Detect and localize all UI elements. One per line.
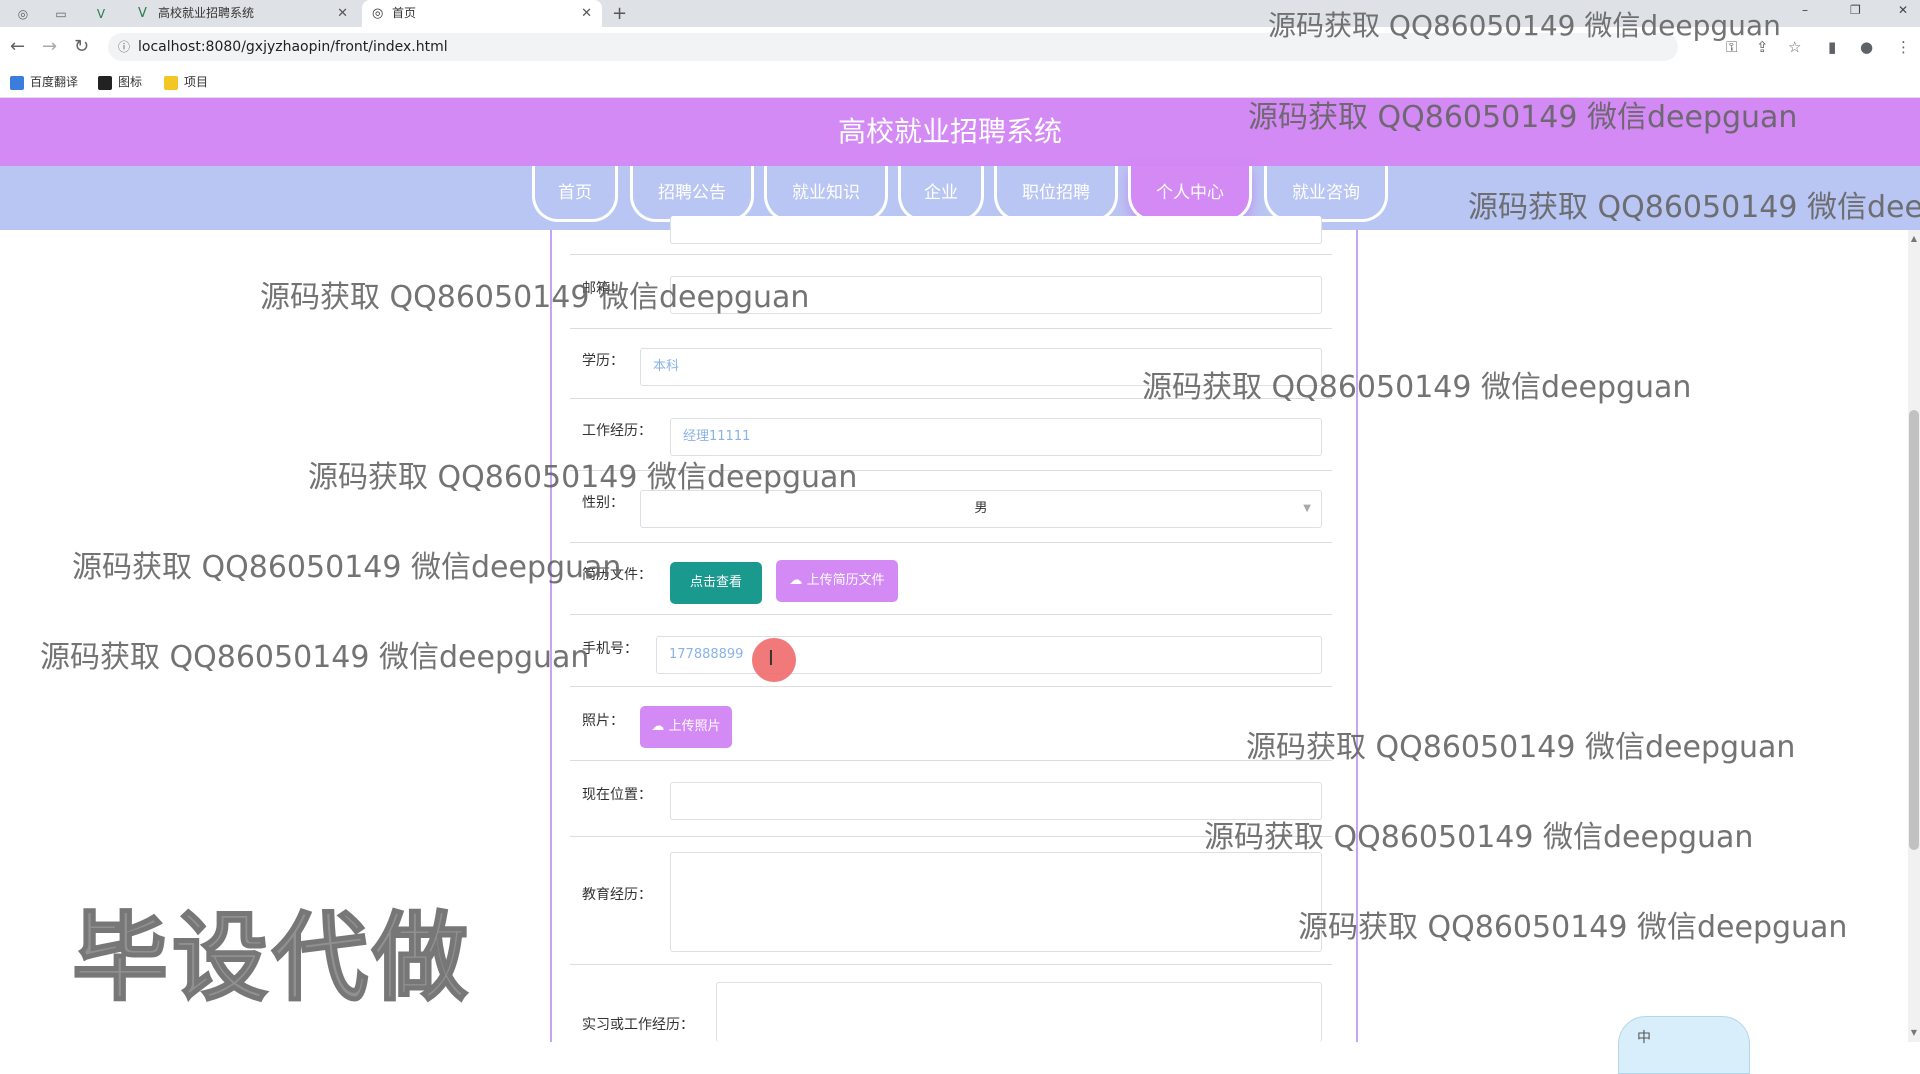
scrollbar-thumb[interactable]	[1909, 410, 1919, 850]
upload-photo-button[interactable]: ☁ 上传照片	[640, 706, 732, 748]
bookmark-item[interactable]: 项目	[164, 67, 208, 97]
upload-cloud-icon: ☁	[789, 573, 803, 588]
star-icon[interactable]: ☆	[1788, 27, 1801, 67]
mouse-cursor-highlight	[752, 638, 796, 682]
ime-widget[interactable]: 中	[1618, 1016, 1750, 1074]
cut-off-field[interactable]	[670, 216, 1322, 244]
vue-favicon-icon: V	[138, 6, 147, 21]
divider	[570, 760, 1332, 761]
bookmark-item[interactable]: 图标	[98, 67, 142, 97]
new-tab-icon[interactable]: +	[612, 0, 627, 27]
tab-title: 高校就业招聘系统	[158, 6, 255, 20]
edu-history-textarea[interactable]	[670, 852, 1322, 952]
globe-icon[interactable]: ◎	[14, 5, 32, 23]
back-icon[interactable]: ←	[10, 27, 25, 67]
ime-label: 中	[1637, 1030, 1651, 1046]
watermark-text: 源码获取 QQ86050149 微信deepguan	[72, 550, 622, 585]
info-icon[interactable]: ⓘ	[118, 33, 130, 61]
nav-consulting[interactable]: 就业咨询	[1264, 166, 1388, 222]
tab-icon-blank[interactable]: ▭	[52, 5, 70, 23]
divider	[570, 542, 1332, 543]
tab-inactive[interactable]: V 高校就业招聘系统 ✕	[128, 0, 358, 27]
intern-textarea[interactable]	[716, 982, 1322, 1042]
upload-resume-label: 上传简历文件	[806, 573, 885, 588]
tab-active[interactable]: ◎ 首页 ✕	[362, 0, 602, 27]
divider	[570, 614, 1332, 615]
phone-label: 手机号：	[582, 641, 638, 657]
divider	[570, 254, 1332, 255]
work-exp-field[interactable]: 经理11111	[670, 418, 1322, 456]
bookmark-label: 百度翻译	[30, 75, 79, 89]
chevron-down-icon: ▼	[1303, 503, 1311, 514]
upload-cloud-icon: ☁	[651, 719, 665, 734]
reload-icon[interactable]: ↻	[74, 27, 89, 67]
translate-icon	[10, 75, 24, 90]
watermark-text: 源码获取 QQ86050149 微信deepguan	[1204, 820, 1754, 855]
nav-jobs[interactable]: 职位招聘	[994, 166, 1118, 222]
photo-label: 照片：	[582, 713, 624, 729]
watermark-text: 源码获取 QQ86050149 微信deepguan	[40, 640, 590, 675]
education-label: 学历：	[582, 353, 624, 369]
location-label: 现在位置：	[582, 787, 652, 803]
watermark-text: 源码获取 QQ86050149 微信deepguan	[1268, 9, 1781, 42]
watermark-text: 源码获取 QQ86050149 微信deepguan	[308, 460, 858, 495]
edu-history-label: 教育经历：	[582, 887, 652, 903]
intern-label: 实习或工作经历：	[582, 1017, 694, 1033]
menu-icon[interactable]: ⋮	[1896, 27, 1911, 67]
bookmark-label: 图标	[118, 75, 143, 89]
divider	[570, 328, 1332, 329]
watermark-text: 源码获取 QQ86050149 微信deepguan	[1298, 910, 1848, 945]
upload-resume-button[interactable]: ☁ 上传简历文件	[776, 560, 898, 602]
watermark-text: 源码获取 QQ86050149 微信deepguan	[1246, 730, 1796, 765]
watermark-text: 源码获取 QQ86050149 微信deepguan	[260, 280, 810, 315]
divider	[570, 686, 1332, 687]
bookmark-item[interactable]: 百度翻译	[10, 67, 78, 97]
bookmark-label: 项目	[184, 75, 209, 89]
tab-title: 首页	[392, 6, 417, 20]
nav-announcements[interactable]: 招聘公告	[630, 166, 754, 222]
work-exp-label: 工作经历：	[582, 423, 652, 439]
vue-icon[interactable]: V	[92, 5, 110, 23]
scroll-down-icon[interactable]: ▼	[1908, 1028, 1920, 1037]
upload-photo-label: 上传照片	[668, 719, 721, 734]
forward-icon[interactable]: →	[42, 27, 57, 67]
nav-companies[interactable]: 企业	[898, 166, 984, 222]
close-icon[interactable]: ✕	[581, 0, 592, 27]
url-text: localhost:8080/gxjyzhaopin/front/index.h…	[138, 39, 448, 55]
nav-home[interactable]: 首页	[532, 166, 618, 222]
text-cursor-icon: I	[768, 646, 774, 670]
nav-knowledge[interactable]: 就业知识	[764, 166, 888, 222]
watermark-text: 源码获取 QQ86050149 微信deepguan	[1248, 100, 1798, 135]
profile-icon[interactable]: ●	[1860, 27, 1873, 67]
close-icon[interactable]: ✕	[337, 0, 348, 27]
view-resume-button[interactable]: 点击查看	[670, 562, 762, 604]
scroll-up-icon[interactable]: ▲	[1908, 234, 1920, 243]
window-close-icon[interactable]: ✕	[1898, 0, 1908, 20]
sidebar-icon[interactable]: ▮	[1828, 27, 1836, 67]
gender-value: 男	[974, 501, 988, 516]
nav-personal-center[interactable]: 个人中心	[1128, 166, 1252, 222]
watermark-text: 源码获取 QQ86050149 微信deepguan	[1142, 370, 1692, 405]
watermark-text: 源码获取 QQ86050149 微信deepguan	[1468, 190, 1920, 225]
restore-icon[interactable]: ❐	[1850, 0, 1861, 20]
globe-favicon-icon: ◎	[372, 6, 384, 21]
big-watermark: 毕设代做	[71, 901, 472, 1015]
minimize-icon[interactable]: –	[1802, 0, 1808, 20]
divider	[570, 964, 1332, 965]
folder-icon	[164, 75, 178, 90]
image-icon	[98, 75, 112, 90]
